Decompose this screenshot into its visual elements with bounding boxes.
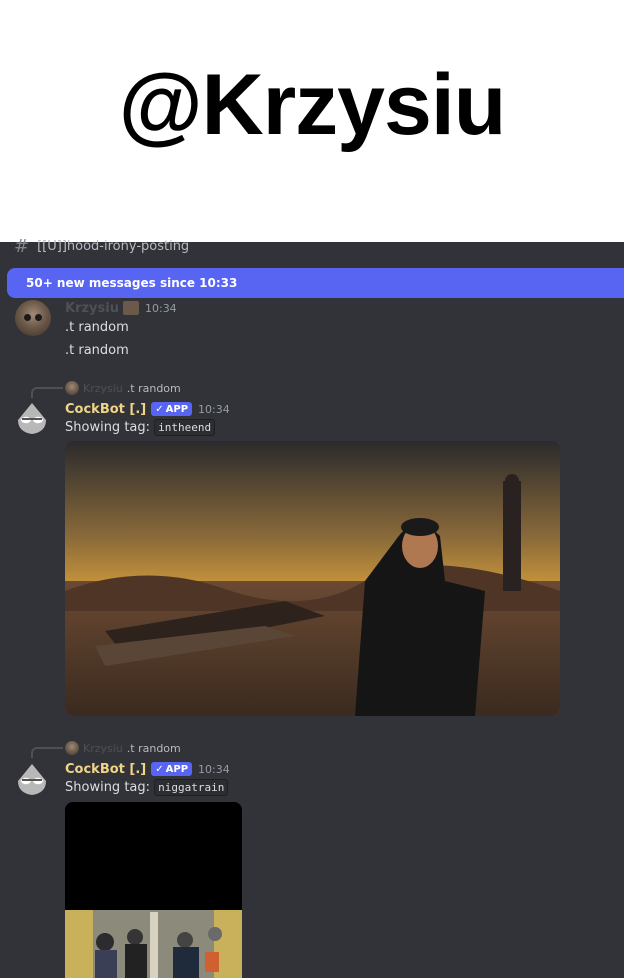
avatar-eye — [24, 314, 31, 321]
author-name[interactable]: Krzysiu — [65, 301, 119, 316]
app-badge: ✓ APP — [151, 402, 193, 416]
banner-title: @Krzysiu — [118, 57, 507, 153]
timestamp: 10:34 — [198, 402, 230, 416]
check-icon: ✓ — [155, 763, 164, 775]
message-text: Showing tag: niggatrain — [65, 779, 229, 796]
message-text: .t random — [65, 320, 129, 335]
app-badge: ✓ APP — [151, 762, 193, 776]
message-text: .t random — [65, 343, 129, 358]
channel-hash-icon: # — [14, 235, 30, 257]
bot-name[interactable]: CockBot [.] — [65, 402, 146, 417]
message-text: Showing tag: intheend — [65, 419, 216, 436]
check-icon: ✓ — [155, 403, 164, 415]
avatar[interactable] — [15, 300, 51, 336]
role-icon — [122, 301, 139, 315]
tag-code: intheend — [154, 419, 216, 436]
channel-name: [[U]]hood-irony-posting — [37, 238, 190, 254]
timestamp: 10:34 — [198, 762, 230, 776]
reply-text: .t random — [126, 381, 181, 395]
reply-avatar — [65, 741, 79, 755]
reply-spine — [31, 387, 63, 398]
reply-preview[interactable]: Krzysiu .t random — [65, 741, 181, 755]
header-banner: @Krzysiu — [0, 0, 624, 242]
reply-spine — [31, 747, 63, 758]
app-badge-label: APP — [165, 403, 189, 415]
video-embed[interactable] — [65, 802, 242, 978]
timestamp: 10:34 — [144, 301, 177, 315]
reply-preview[interactable]: Krzysiu .t random — [65, 381, 181, 395]
tag-code: niggatrain — [154, 779, 229, 796]
message-header: CockBot [.] ✓ APP 10:34 — [65, 760, 230, 778]
new-messages-label: 50+ new messages since 10:33 — [26, 276, 238, 290]
reply-text: .t random — [126, 741, 181, 755]
new-messages-bar[interactable]: 50+ new messages since 10:33 — [7, 268, 624, 298]
showing-tag-label: Showing tag: — [65, 420, 155, 435]
reply-author: Krzysiu — [83, 381, 123, 395]
reply-avatar — [65, 381, 79, 395]
bot-avatar[interactable] — [14, 761, 50, 797]
message-header: Krzysiu 10:34 — [65, 299, 177, 317]
image-embed[interactable] — [65, 441, 560, 716]
message-header: CockBot [.] ✓ APP 10:34 — [65, 400, 230, 418]
bot-avatar[interactable] — [14, 400, 50, 436]
avatar-eye — [35, 314, 42, 321]
bot-name[interactable]: CockBot [.] — [65, 762, 146, 777]
app-badge-label: APP — [165, 763, 189, 775]
showing-tag-label: Showing tag: — [65, 780, 155, 795]
channel-header[interactable]: # [[U]]hood-irony-posting — [14, 235, 190, 257]
reply-author: Krzysiu — [83, 741, 123, 755]
